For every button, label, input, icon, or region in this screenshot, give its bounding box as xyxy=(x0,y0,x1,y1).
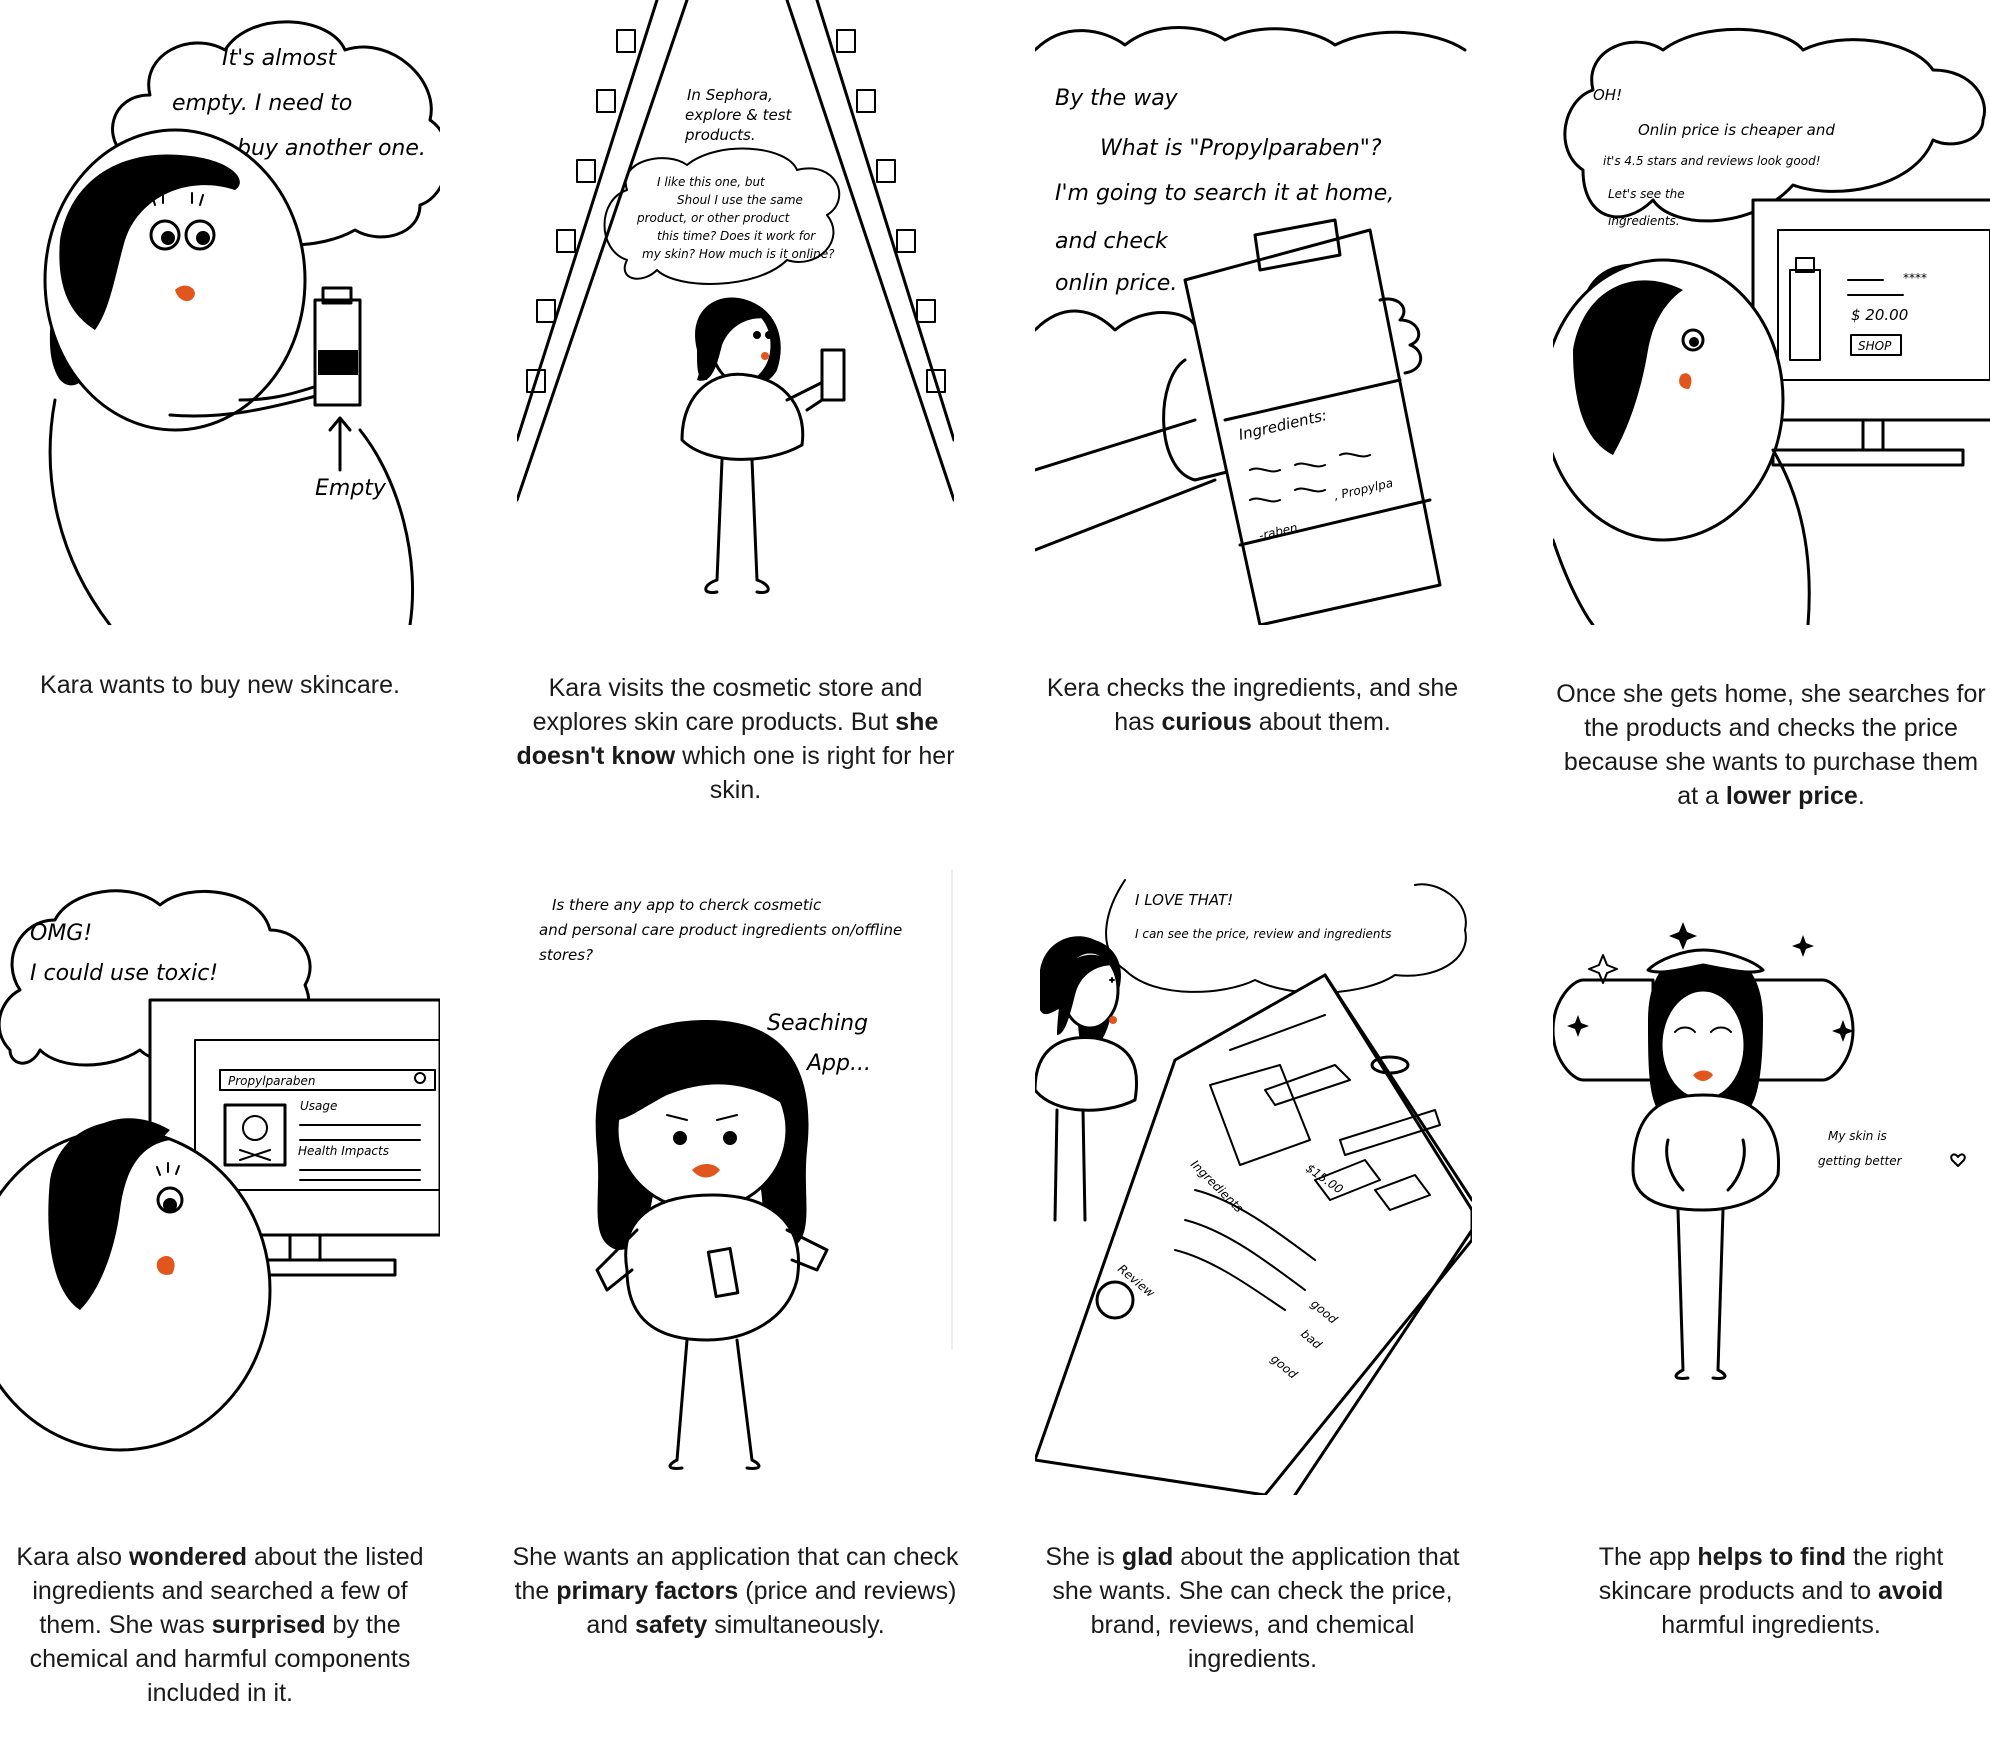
svg-text:and check: and check xyxy=(1055,229,1169,254)
svg-text:I LOVE THAT!: I LOVE THAT! xyxy=(1135,891,1233,909)
svg-text:Onlin price is cheaper and: Onlin price is cheaper and xyxy=(1638,121,1835,139)
svg-text:What is "Propylparaben"?: What is "Propylparaben"? xyxy=(1100,136,1382,161)
panel-3-illustration: By the way What is "Propylparaben"? I'm … xyxy=(1035,0,1472,625)
svg-text:I'm going to search it at home: I'm going to search it at home, xyxy=(1055,181,1394,206)
panel-6-illustration: Is there any app to cherck cosmetic and … xyxy=(517,870,954,1495)
svg-text:products.: products. xyxy=(684,126,756,144)
panel-1-illustration: It's almost empty. I need to buy another… xyxy=(0,0,440,625)
svg-text:ingredients.: ingredients. xyxy=(1608,214,1680,228)
label-empty: Empty xyxy=(315,476,387,501)
panel-2-caption: Kara visits the cosmetic store and explo… xyxy=(508,671,963,807)
panel-2-speech: In Sephora, explore & test products. xyxy=(684,86,793,144)
caption-emphasis: lower price xyxy=(1725,782,1858,810)
panel-7-caption: She is glad about the application that s… xyxy=(1040,1540,1465,1676)
caption-text: The app xyxy=(1598,1543,1698,1571)
caption-emphasis: wondered xyxy=(128,1543,248,1571)
caption-text: which one is right for her skin. xyxy=(675,742,955,804)
label-app: App... xyxy=(805,1051,871,1076)
panel-8-caption: The app helps to find the right skincare… xyxy=(1555,1540,1987,1642)
label-my-skin: My skin is xyxy=(1828,1129,1887,1143)
panel-1-caption: Kara wants to buy new skincare. xyxy=(10,668,430,702)
svg-text:product, or other product: product, or other product xyxy=(636,211,791,225)
svg-text:I could use toxic!: I could use toxic! xyxy=(30,961,218,986)
panel-7-speech: I LOVE THAT! I can see the price, review… xyxy=(1135,891,1391,941)
caption-emphasis: safety xyxy=(635,1611,708,1639)
caption-text: Kara wants to buy new skincare. xyxy=(40,671,400,699)
svg-text:explore & test: explore & test xyxy=(685,106,793,124)
svg-text:Shoul I use the same: Shoul I use the same xyxy=(677,193,803,207)
caption-text: She is xyxy=(1045,1543,1122,1571)
svg-text:Let's see the: Let's see the xyxy=(1608,187,1685,201)
svg-text:stores?: stores? xyxy=(539,946,593,964)
panel-2-thought: I like this one, but Shoul I use the sam… xyxy=(636,175,835,261)
svg-text:my skin? How much is it online: my skin? How much is it online? xyxy=(642,247,835,261)
svg-text:and personal care product ingr: and personal care product ingredients on… xyxy=(539,921,902,939)
panel-5-speech: OMG! I could use toxic! xyxy=(30,921,218,986)
caption-text: Kara also xyxy=(16,1543,129,1571)
panel-4-caption: Once she gets home, she searches for the… xyxy=(1555,677,1987,813)
svg-text:OMG!: OMG! xyxy=(30,921,92,946)
panel-4-illustration: OH! Onlin price is cheaper and it's 4.5 … xyxy=(1553,0,1990,625)
svg-text:Is there any app to cherck cos: Is there any app to cherck cosmetic xyxy=(552,896,822,914)
panel-6-caption: She wants an application that can check … xyxy=(508,1540,963,1642)
caption-text: harmful ingredients. xyxy=(1661,1611,1881,1639)
panel-2-illustration: In Sephora, explore & test products. I l… xyxy=(517,0,954,625)
panel-5-caption: Kara also wondered about the listed ingr… xyxy=(0,1540,440,1710)
panel-7-illustration: I LOVE THAT! I can see the price, review… xyxy=(1035,870,1472,1495)
svg-text:I can see the price, review an: I can see the price, review and ingredie… xyxy=(1135,927,1391,941)
caption-emphasis: glad xyxy=(1121,1543,1174,1571)
svg-text:empty. I need to: empty. I need to xyxy=(172,91,352,116)
label-propylparaben: Propylparaben xyxy=(228,1074,315,1088)
caption-text: Kara visits the cosmetic store and explo… xyxy=(532,674,923,736)
panel-3-caption: Kera checks the ingredients, and she has… xyxy=(1040,671,1465,739)
svg-text:OH!: OH! xyxy=(1593,86,1622,104)
svg-text:****: **** xyxy=(1903,271,1927,285)
svg-text:Health Impacts: Health Impacts xyxy=(298,1144,389,1158)
panel-6-speech: Is there any app to cherck cosmetic and … xyxy=(539,896,902,964)
label-price: $ 20.00 xyxy=(1851,306,1908,324)
label-shop: SHOP xyxy=(1858,339,1892,353)
svg-text:By the way: By the way xyxy=(1055,86,1179,111)
label-seaching: Seaching xyxy=(767,1011,868,1036)
svg-text:buy another one.: buy another one. xyxy=(237,136,426,161)
caption-emphasis: primary factors xyxy=(556,1577,739,1605)
panel-8-illustration: My skin is getting better xyxy=(1553,870,1990,1495)
caption-emphasis: curious xyxy=(1161,708,1252,736)
svg-text:It's almost: It's almost xyxy=(222,46,338,71)
caption-text: . xyxy=(1857,782,1865,810)
svg-text:Usage: Usage xyxy=(300,1099,337,1113)
caption-emphasis: avoid xyxy=(1878,1577,1944,1605)
caption-text: simultaneously. xyxy=(707,1611,885,1639)
svg-text:it's 4.5 stars and reviews loo: it's 4.5 stars and reviews look good! xyxy=(1603,154,1821,168)
caption-emphasis: surprised xyxy=(211,1611,326,1639)
svg-text:In Sephora,: In Sephora, xyxy=(687,86,773,104)
panel-5-illustration: OMG! I could use toxic! Propylparaben Us… xyxy=(0,870,440,1495)
label-getting-better: getting better xyxy=(1818,1154,1903,1168)
svg-text:onlin price.: onlin price. xyxy=(1055,271,1177,296)
caption-text: about them. xyxy=(1251,708,1391,736)
svg-text:I like this one, but: I like this one, but xyxy=(657,175,766,189)
svg-text:this time? Does it work for: this time? Does it work for xyxy=(657,229,816,243)
caption-emphasis: helps to find xyxy=(1697,1543,1846,1571)
